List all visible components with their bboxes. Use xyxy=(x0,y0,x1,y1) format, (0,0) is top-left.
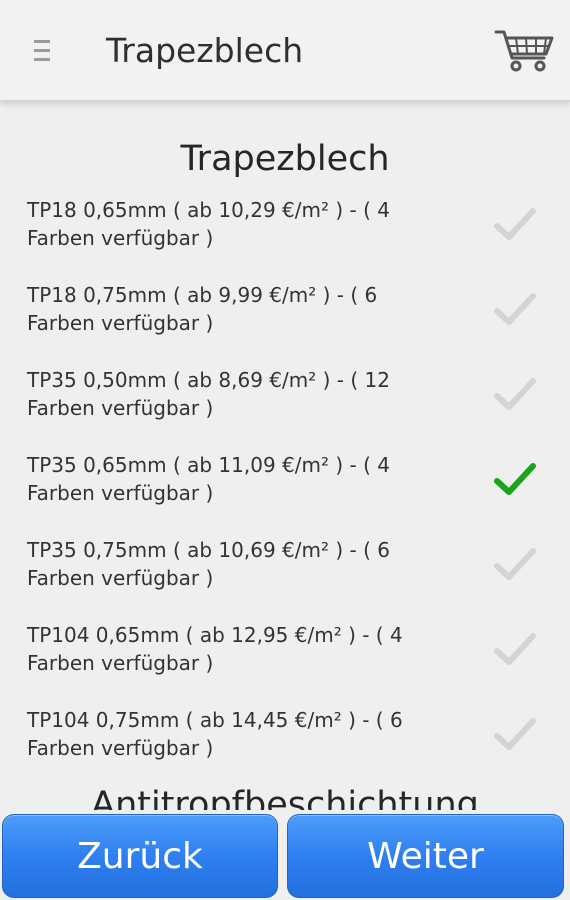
check-icon[interactable] xyxy=(491,544,539,584)
section-title: Trapezblech xyxy=(180,139,390,179)
product-option-tp35-050[interactable]: TP35 0,50mm ( ab 8,69 €/m² ) - ( 12 Farb… xyxy=(27,366,547,442)
product-label: TP18 0,75mm ( ab 9,99 €/m² ) - ( 6 Farbe… xyxy=(27,283,378,335)
check-selected-icon[interactable] xyxy=(491,459,539,499)
app-title: Trapezblech xyxy=(106,31,304,70)
product-label: TP104 0,65mm ( ab 12,95 €/m² ) - ( 4 Far… xyxy=(27,623,403,675)
next-button[interactable]: Weiter xyxy=(287,814,564,898)
check-icon[interactable] xyxy=(491,629,539,669)
check-icon[interactable] xyxy=(491,714,539,754)
product-option-tp18-065[interactable]: TP18 0,65mm ( ab 10,29 €/m² ) - ( 4 Farb… xyxy=(27,196,547,272)
shopping-cart-icon[interactable] xyxy=(494,26,554,74)
check-icon[interactable] xyxy=(491,289,539,329)
product-list-area[interactable]: Trapezblech TP18 0,65mm ( ab 10,29 €/m² … xyxy=(0,102,570,810)
product-label: TP35 0,75mm ( ab 10,69 €/m² ) - ( 6 Farb… xyxy=(27,538,390,590)
product-label: TP18 0,65mm ( ab 10,29 €/m² ) - ( 4 Farb… xyxy=(27,198,390,250)
check-icon[interactable] xyxy=(491,204,539,244)
product-option-tp35-075[interactable]: TP35 0,75mm ( ab 10,69 €/m² ) - ( 6 Farb… xyxy=(27,536,547,612)
product-option-tp35-065[interactable]: TP35 0,65mm ( ab 11,09 €/m² ) - ( 4 Farb… xyxy=(27,451,547,527)
back-button[interactable]: Zurück xyxy=(2,814,278,898)
product-option-tp18-075[interactable]: TP18 0,75mm ( ab 9,99 €/m² ) - ( 6 Farbe… xyxy=(27,281,547,357)
footer-navigation: Zurück Weiter xyxy=(0,810,570,900)
product-label: TP35 0,65mm ( ab 11,09 €/m² ) - ( 4 Farb… xyxy=(27,453,390,505)
app-bar: Trapezblech xyxy=(0,0,570,102)
hamburger-menu-icon[interactable] xyxy=(34,38,50,64)
next-section-title: Antitropfbeschichtung xyxy=(91,785,479,810)
product-option-tp104-075[interactable]: TP104 0,75mm ( ab 14,45 €/m² ) - ( 6 Far… xyxy=(27,706,547,782)
product-option-tp104-065[interactable]: TP104 0,65mm ( ab 12,95 €/m² ) - ( 4 Far… xyxy=(27,621,547,697)
product-label: TP35 0,50mm ( ab 8,69 €/m² ) - ( 12 Farb… xyxy=(27,368,390,420)
check-icon[interactable] xyxy=(491,374,539,414)
product-label: TP104 0,75mm ( ab 14,45 €/m² ) - ( 6 Far… xyxy=(27,708,403,760)
